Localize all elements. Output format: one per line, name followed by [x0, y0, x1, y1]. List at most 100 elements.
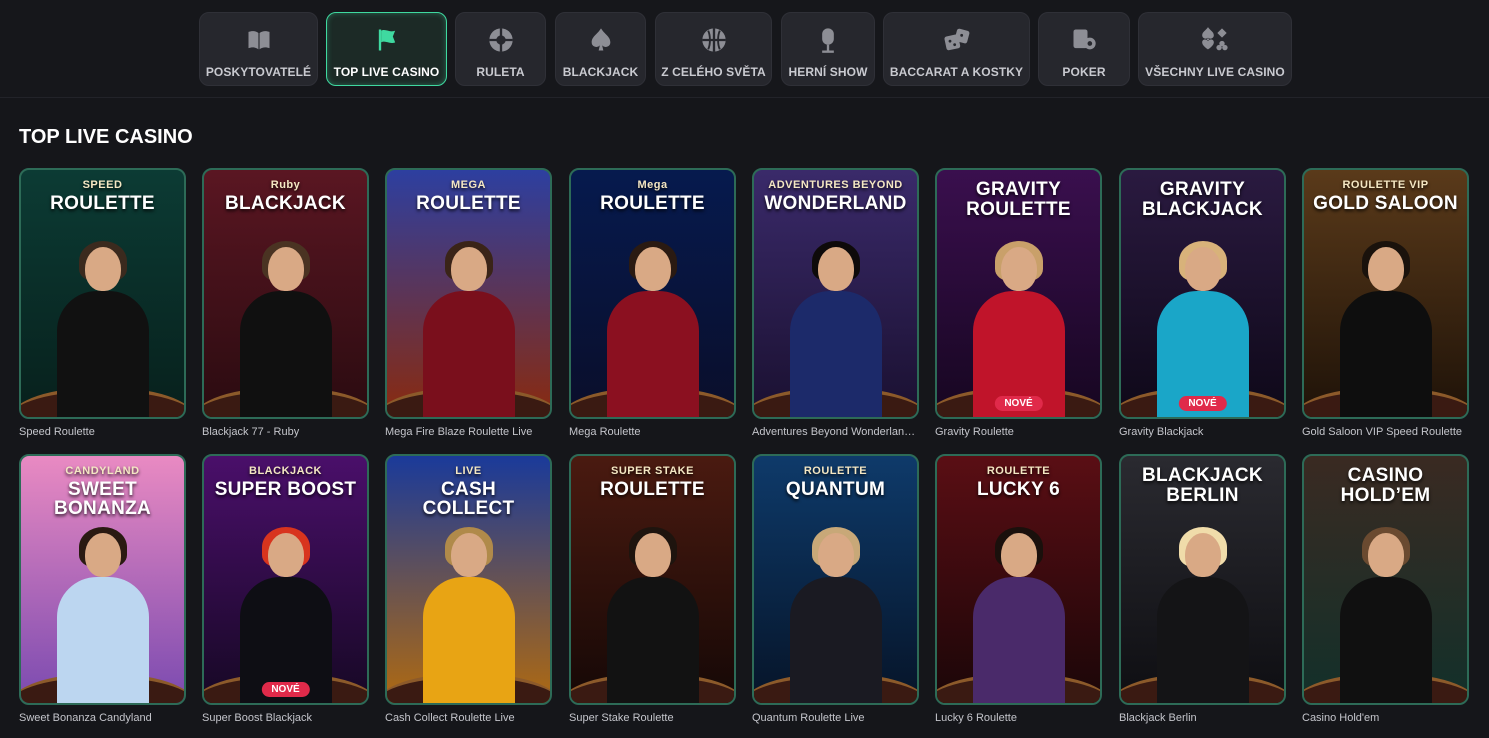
tab-label: BLACKJACK: [562, 65, 639, 79]
game-card[interactable]: GRAVITY ROULETTE NOVÉ Gravity Roulette: [935, 168, 1102, 438]
tab-label: BACCARAT A KOSTKY: [889, 65, 1024, 79]
game-logo: CASINO HOLD’EM: [1310, 466, 1461, 506]
poker-chips-icon: [1069, 25, 1099, 55]
game-card[interactable]: ROULETTE QUANTUM Quantum Roulette Live: [752, 454, 919, 724]
game-logo-title: BLACKJACK BERLIN: [1142, 465, 1263, 506]
tab-top-live-casino[interactable]: TOP LIVE CASINO: [326, 12, 447, 86]
tab-all-live-casino[interactable]: VŠECHNY LIVE CASINO: [1138, 12, 1292, 86]
game-logo: BLACKJACK SUPER BOOST: [210, 465, 361, 499]
game-logo: Ruby BLACKJACK: [210, 179, 361, 214]
tab-world[interactable]: Z CELÉHO SVĚTA: [655, 12, 772, 86]
game-logo-sub: LIVE: [455, 465, 482, 477]
dealer-figure: [1156, 241, 1249, 417]
game-logo: LIVE CASH COLLECT: [393, 465, 544, 519]
game-logo-title: SWEET BONANZA: [53, 478, 152, 520]
game-thumbnail[interactable]: GRAVITY BLACKJACK NOVÉ: [1119, 168, 1286, 419]
game-card[interactable]: ROULETTE LUCKY 6 Lucky 6 Roulette: [935, 454, 1102, 724]
game-logo-title: LUCKY 6: [976, 478, 1061, 500]
tab-label: VŠECHNY LIVE CASINO: [1145, 65, 1285, 79]
game-card[interactable]: CASINO HOLD’EM Casino Hold'em: [1302, 454, 1469, 724]
game-title[interactable]: Adventures Beyond Wonderland ...: [752, 426, 919, 438]
dealer-figure: [1339, 527, 1432, 703]
game-title[interactable]: Gold Saloon VIP Speed Roulette: [1302, 426, 1469, 438]
game-title[interactable]: Mega Fire Blaze Roulette Live: [385, 426, 552, 438]
game-logo: ROULETTE VIP GOLD SALOON: [1310, 179, 1461, 213]
game-thumbnail[interactable]: CASINO HOLD’EM: [1302, 454, 1469, 705]
game-logo-sub: ROULETTE: [986, 465, 1051, 477]
game-thumbnail[interactable]: Ruby BLACKJACK: [202, 168, 369, 419]
dealer-figure: [972, 527, 1065, 703]
game-logo-sub: Ruby: [270, 179, 301, 191]
game-title[interactable]: Gravity Blackjack: [1119, 426, 1286, 438]
game-card[interactable]: ROULETTE VIP GOLD SALOON Gold Saloon VIP S…: [1302, 168, 1469, 438]
game-title[interactable]: Lucky 6 Roulette: [935, 712, 1102, 724]
game-thumbnail[interactable]: ROULETTE QUANTUM: [752, 454, 919, 705]
game-title[interactable]: Casino Hold'em: [1302, 712, 1469, 724]
game-title[interactable]: Super Stake Roulette: [569, 712, 736, 724]
game-logo: ADVENTURES BEYOND WONDERLAND: [760, 179, 911, 214]
game-title[interactable]: Gravity Roulette: [935, 426, 1102, 438]
new-badge: NOVÉ: [1178, 396, 1227, 411]
game-card[interactable]: Mega ROULETTE Mega Roulette: [569, 168, 736, 438]
game-thumbnail[interactable]: ADVENTURES BEYOND WONDERLAND: [752, 168, 919, 419]
section-title: TOP LIVE CASINO: [19, 126, 193, 148]
game-card[interactable]: Ruby BLACKJACK Blackjack 77 - Ruby: [202, 168, 369, 438]
tab-blackjack[interactable]: BLACKJACK: [555, 12, 646, 86]
game-logo: SUPER STAKE ROULETTE: [577, 465, 728, 499]
game-card[interactable]: LIVE CASH COLLECT Cash Collect Roulette Li…: [385, 454, 552, 724]
dealer-figure: [422, 241, 515, 417]
game-thumbnail[interactable]: MEGA ROULETTE: [385, 168, 552, 419]
game-title[interactable]: Blackjack Berlin: [1119, 712, 1286, 724]
game-card[interactable]: ADVENTURES BEYOND WONDERLAND Adventures Be…: [752, 168, 919, 438]
dealer-figure: [789, 241, 882, 417]
flag-icon: [372, 25, 402, 55]
game-thumbnail[interactable]: Mega ROULETTE: [569, 168, 736, 419]
tab-label: POSKYTOVATELÉ: [205, 65, 312, 79]
game-thumbnail[interactable]: GRAVITY ROULETTE NOVÉ: [935, 168, 1102, 419]
game-logo-title: WONDERLAND: [764, 192, 907, 214]
game-title[interactable]: Super Boost Blackjack: [202, 712, 369, 724]
game-logo-title: ROULETTE: [50, 192, 155, 214]
tab-baccarat-dice[interactable]: BACCARAT A KOSTKY: [883, 12, 1030, 86]
tab-providers[interactable]: POSKYTOVATELÉ: [199, 12, 318, 86]
game-card[interactable]: SUPER STAKE ROULETTE Super Stake Roulette: [569, 454, 736, 724]
game-thumbnail[interactable]: CANDYLAND SWEET BONANZA: [19, 454, 186, 705]
game-logo-title: BLACKJACK: [225, 192, 346, 214]
dealer-figure: [606, 241, 699, 417]
tab-poker[interactable]: POKER: [1038, 12, 1130, 86]
game-card[interactable]: MEGA ROULETTE Mega Fire Blaze Roulette Liv…: [385, 168, 552, 438]
game-logo-sub: CANDYLAND: [65, 465, 140, 477]
game-logo-sub: MEGA: [451, 179, 486, 191]
tab-roulette[interactable]: RULETA: [455, 12, 546, 86]
game-thumbnail[interactable]: SPEED ROULETTE: [19, 168, 186, 419]
game-thumbnail[interactable]: LIVE CASH COLLECT: [385, 454, 552, 705]
game-card[interactable]: BLACKJACK SUPER BOOST NOVÉ Super Boost Blac…: [202, 454, 369, 724]
game-logo: CANDYLAND SWEET BONANZA: [27, 465, 178, 520]
game-card[interactable]: BLACKJACK BERLIN Blackjack Berlin: [1119, 454, 1286, 724]
game-title[interactable]: Sweet Bonanza Candyland: [19, 712, 186, 724]
dealer-figure: [239, 241, 332, 417]
game-title[interactable]: Cash Collect Roulette Live: [385, 712, 552, 724]
dealer-figure: [972, 241, 1065, 417]
game-card[interactable]: GRAVITY BLACKJACK NOVÉ Gravity Blackjack: [1119, 168, 1286, 438]
game-thumbnail[interactable]: SUPER STAKE ROULETTE: [569, 454, 736, 705]
tab-game-show[interactable]: HERNÍ SHOW: [781, 12, 875, 86]
game-logo: GRAVITY BLACKJACK: [1127, 180, 1278, 220]
card-suits-icon: [1200, 25, 1230, 55]
game-thumbnail[interactable]: BLACKJACK SUPER BOOST NOVÉ: [202, 454, 369, 705]
game-card[interactable]: CANDYLAND SWEET BONANZA Sweet Bonanza Cand…: [19, 454, 186, 724]
game-logo: SPEED ROULETTE: [27, 179, 178, 214]
game-card[interactable]: SPEED ROULETTE Speed Roulette: [19, 168, 186, 438]
game-title[interactable]: Mega Roulette: [569, 426, 736, 438]
game-thumbnail[interactable]: ROULETTE VIP GOLD SALOON: [1302, 168, 1469, 419]
game-title[interactable]: Speed Roulette: [19, 426, 186, 438]
game-logo-sub: Mega: [637, 179, 668, 191]
dealer-figure: [1156, 527, 1249, 703]
game-title[interactable]: Quantum Roulette Live: [752, 712, 919, 724]
game-thumbnail[interactable]: ROULETTE LUCKY 6: [935, 454, 1102, 705]
microphone-icon: [813, 25, 843, 55]
game-thumbnail[interactable]: BLACKJACK BERLIN: [1119, 454, 1286, 705]
game-title[interactable]: Blackjack 77 - Ruby: [202, 426, 369, 438]
game-logo: ROULETTE QUANTUM: [760, 465, 911, 499]
game-logo-sub: ROULETTE: [803, 465, 868, 477]
